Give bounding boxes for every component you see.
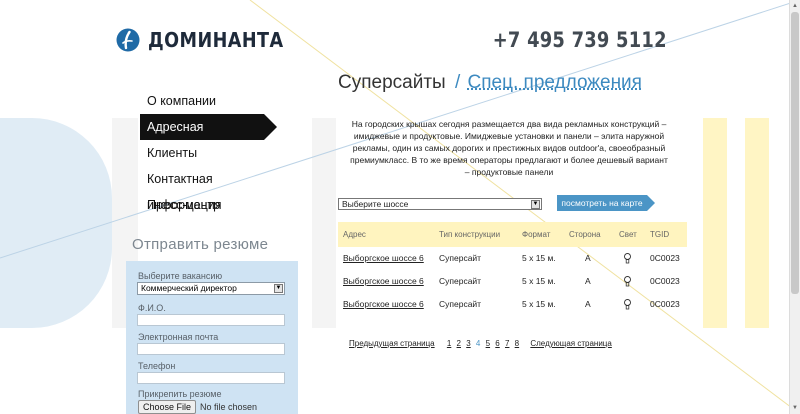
current-page: 4 bbox=[475, 339, 481, 348]
vacancy-label: Выберите вакансию bbox=[138, 271, 223, 281]
page-link[interactable]: 2 bbox=[457, 339, 461, 348]
page-title: Суперсайты / Спец. предложения bbox=[338, 72, 690, 94]
scroll-up-icon[interactable]: ▲ bbox=[792, 2, 798, 10]
light-bulb-icon bbox=[624, 299, 631, 310]
page-link[interactable]: 8 bbox=[515, 339, 519, 348]
page-link[interactable]: 3 bbox=[466, 339, 470, 348]
special-offers-link[interactable]: Спец. предложения bbox=[468, 72, 642, 93]
nav-item-about[interactable]: О компании bbox=[140, 88, 280, 114]
column-header-light: Свет bbox=[619, 230, 637, 239]
name-field[interactable] bbox=[137, 314, 285, 326]
dropdown-arrow-icon: ▼ bbox=[531, 200, 540, 209]
nav-item-address-program[interactable]: Адресная программа bbox=[140, 114, 277, 160]
page-link[interactable]: 1 bbox=[447, 339, 451, 348]
tgid-cell: 0С0023 bbox=[650, 299, 680, 309]
vacancy-select[interactable]: Коммерческий директор ▼ bbox=[137, 282, 285, 295]
page-link[interactable]: 6 bbox=[495, 339, 499, 348]
prev-page-link[interactable]: Предыдущая страница bbox=[349, 339, 435, 348]
name-label: Ф.И.О. bbox=[138, 303, 166, 313]
phone-label: Телефон bbox=[138, 361, 176, 371]
table-row: Выборгское шоссе 6 Суперсайт 5 х 15 м. А… bbox=[338, 293, 687, 316]
attach-label: Прикрепить резюме bbox=[138, 389, 222, 399]
type-cell: Суперсайт bbox=[439, 253, 482, 263]
file-status: No file chosen bbox=[200, 402, 258, 412]
brand-name: ДОМИНАНТА bbox=[148, 28, 284, 52]
address-link[interactable]: Выборгское шоссе 6 bbox=[343, 293, 424, 316]
table-header: Адрес Тип конструкции Формат Сторона Све… bbox=[338, 222, 687, 247]
next-page-link[interactable]: Следующая страница bbox=[530, 339, 611, 348]
table-row: Выборгское шоссе 6 Суперсайт 5 х 15 м. А… bbox=[338, 247, 687, 270]
main-content: Суперсайты / Спец. предложения На городс… bbox=[338, 72, 690, 177]
email-field[interactable] bbox=[137, 343, 285, 355]
page-scrollbar[interactable]: ▲ ▼ bbox=[789, 0, 800, 414]
side-cell: А bbox=[585, 276, 591, 286]
nav-item-press-center[interactable]: Пресс-центр bbox=[140, 192, 280, 218]
light-bulb-icon bbox=[624, 253, 631, 264]
supersites-table: Адрес Тип конструкции Формат Сторона Све… bbox=[338, 222, 687, 316]
page-link[interactable]: 7 bbox=[505, 339, 509, 348]
type-cell: Суперсайт bbox=[439, 276, 482, 286]
column-header-format: Формат bbox=[522, 230, 551, 239]
shosse-select-value: Выберите шоссе bbox=[342, 199, 409, 209]
vacancy-select-value: Коммерческий директор bbox=[141, 283, 237, 293]
title-separator: / bbox=[454, 72, 461, 93]
column-header-address: Адрес bbox=[343, 230, 366, 239]
nav-item-contacts[interactable]: Контактная информация bbox=[140, 166, 280, 212]
light-cell bbox=[624, 247, 631, 270]
address-link[interactable]: Выборгское шоссе 6 bbox=[343, 247, 424, 270]
light-cell bbox=[624, 270, 631, 293]
address-link[interactable]: Выборгское шоссе 6 bbox=[343, 270, 424, 293]
side-cell: А bbox=[585, 253, 591, 263]
email-label: Электронная почта bbox=[138, 332, 219, 342]
column-header-side: Сторона bbox=[569, 230, 601, 239]
side-cell: А bbox=[585, 299, 591, 309]
column-header-tgid: TGID bbox=[650, 230, 670, 239]
pagination: Предыдущая страница 1 2 3 4 5 6 7 8 След… bbox=[349, 339, 615, 348]
table-row: Выборгское шоссе 6 Суперсайт 5 х 15 м. А… bbox=[338, 270, 687, 293]
tgid-cell: 0С0023 bbox=[650, 253, 680, 263]
scrollbar-thumb[interactable] bbox=[791, 12, 799, 294]
shosse-select[interactable]: Выберите шоссе ▼ bbox=[338, 198, 542, 210]
resume-title: Отправить резюме bbox=[132, 236, 269, 253]
main-nav: О компании Адресная программа Клиенты Ко… bbox=[140, 88, 280, 218]
scroll-down-icon[interactable]: ▼ bbox=[792, 404, 798, 412]
format-cell: 5 х 15 м. bbox=[522, 276, 556, 286]
description: На городских крышах сегодня размещается … bbox=[350, 119, 668, 177]
file-upload: Choose File No file chosen bbox=[138, 400, 257, 414]
choose-file-button[interactable]: Choose File bbox=[138, 400, 197, 414]
phone-field[interactable] bbox=[137, 372, 285, 384]
logo[interactable]: ДОМИНАНТА bbox=[116, 28, 302, 52]
page-link[interactable]: 5 bbox=[486, 339, 490, 348]
page-title-text: Суперсайты bbox=[338, 72, 446, 93]
light-cell bbox=[624, 293, 631, 316]
format-cell: 5 х 15 м. bbox=[522, 253, 556, 263]
phone-number: +7 495 739 5112 bbox=[492, 28, 667, 52]
resume-form: Выберите вакансию Коммерческий директор … bbox=[126, 261, 298, 414]
logo-mark-icon bbox=[116, 28, 140, 52]
view-on-map-button[interactable]: посмотреть на карте bbox=[557, 195, 655, 211]
format-cell: 5 х 15 м. bbox=[522, 299, 556, 309]
nav-item-clients[interactable]: Клиенты bbox=[140, 140, 280, 166]
type-cell: Суперсайт bbox=[439, 299, 482, 309]
light-bulb-icon bbox=[624, 276, 631, 287]
tgid-cell: 0С0023 bbox=[650, 276, 680, 286]
dropdown-arrow-icon: ▼ bbox=[274, 284, 283, 293]
column-header-type: Тип конструкции bbox=[439, 230, 501, 239]
